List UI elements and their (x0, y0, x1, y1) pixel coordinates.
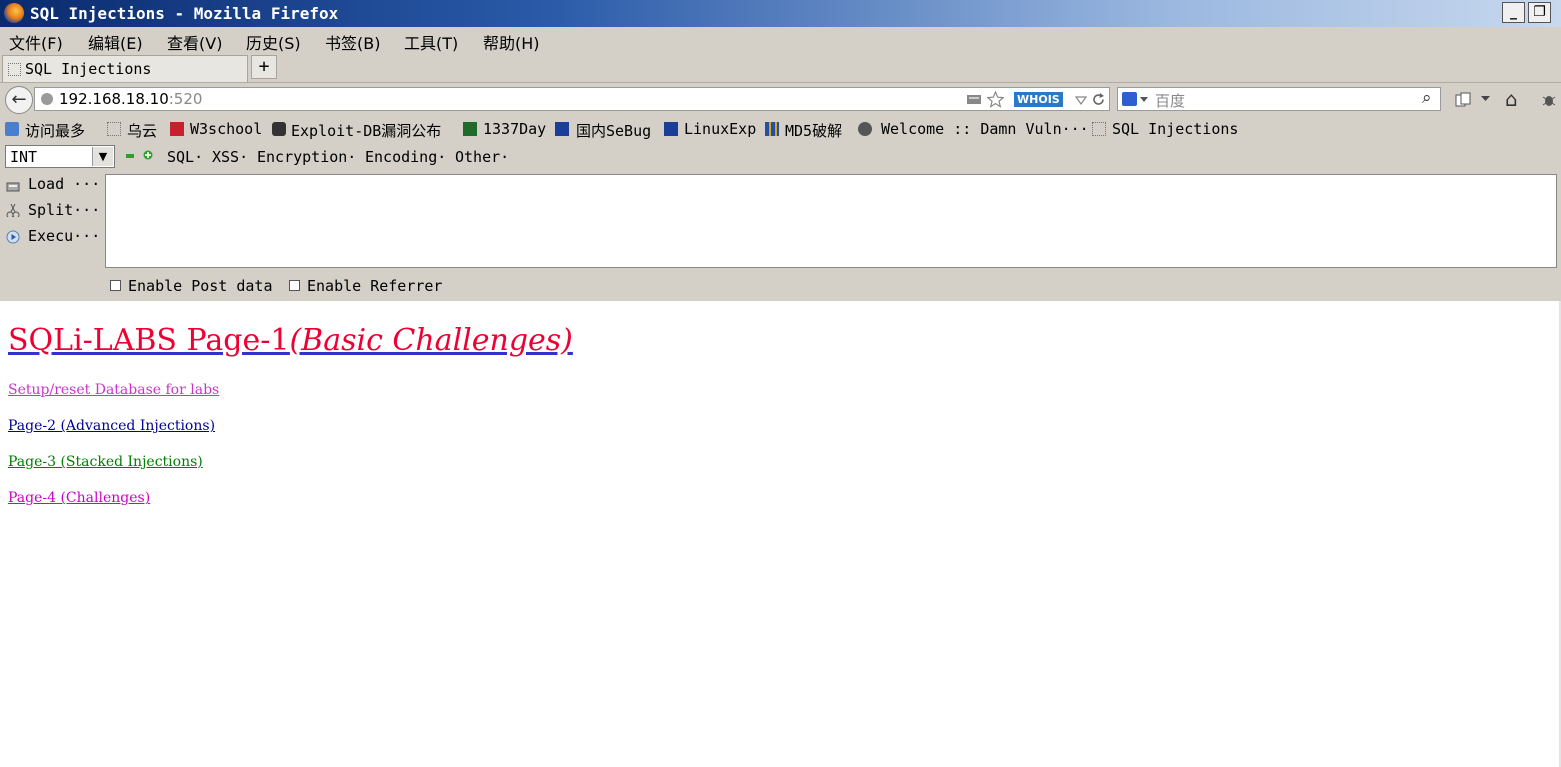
hackbar-type-select[interactable]: INT ▼ (5, 145, 115, 168)
link-setup-reset-database[interactable]: Setup/reset Database for labs (8, 382, 219, 398)
bookmark-exploit-db[interactable]: Exploit-DB漏洞公布 (291, 120, 441, 141)
bookmark-w3school[interactable]: W3school (190, 120, 262, 138)
search-box[interactable]: 百度 ⌕ (1117, 87, 1441, 111)
bookmark-linuxexp[interactable]: LinuxExp (684, 120, 756, 138)
hackbar-menu-xss[interactable]: XSS· (212, 148, 248, 166)
page-title[interactable]: SQLi-LABS Page-1(Basic Challenges) (8, 323, 573, 358)
window-title-bar[interactable]: SQL Injections - Mozilla Firefox _ ❐ (0, 0, 1561, 27)
dvwa-favicon-icon (858, 122, 872, 136)
enable-post-checkbox[interactable] (110, 280, 121, 291)
execute-button[interactable]: Execu··· (28, 227, 100, 245)
enable-post-label[interactable]: Enable Post data (128, 277, 273, 295)
bookmark-1337day[interactable]: 1337Day (483, 120, 546, 138)
linuxexp-favicon-icon (664, 122, 678, 136)
bookmark-most-visited[interactable]: 访问最多 (25, 120, 85, 141)
increase-icon[interactable] (143, 150, 153, 160)
page-style-dropdown-icon[interactable] (1481, 96, 1490, 102)
bookmark-wooyun[interactable]: 乌云 (127, 120, 157, 141)
whois-badge[interactable]: WHOIS (1014, 92, 1063, 107)
url-bar[interactable]: 192.168.18.10:520 WHOIS (34, 87, 1110, 111)
menu-edit[interactable]: 编辑(E) (88, 30, 143, 54)
menu-view[interactable]: 查看(V) (167, 30, 222, 54)
url-port: :520 (168, 90, 203, 108)
hackbar-menu-encoding[interactable]: Encoding· (365, 148, 446, 166)
1337day-favicon-icon (463, 122, 477, 136)
scissors-icon (6, 203, 20, 217)
home-icon[interactable]: ⌂ (1505, 87, 1518, 111)
w3school-favicon-icon (170, 122, 184, 136)
hackbar-menu-sql[interactable]: SQL· (167, 148, 203, 166)
sql-injections-favicon-icon (1092, 122, 1106, 136)
rss-feed-icon[interactable] (966, 93, 982, 106)
firefox-logo-icon (4, 3, 24, 23)
bookmarks-toolbar: 访问最多 乌云 W3school Exploit-DB漏洞公布 1337Day … (0, 117, 1561, 142)
page-content: SQLi-LABS Page-1(Basic Challenges) Setup… (0, 301, 1561, 767)
load-url-icon (6, 182, 20, 192)
enable-referrer-checkbox[interactable] (289, 280, 300, 291)
new-tab-button[interactable]: + (251, 55, 277, 79)
restore-button[interactable]: ❐ (1528, 2, 1551, 23)
split-url-button[interactable]: Split··· (28, 201, 100, 219)
page-favicon-icon (8, 63, 21, 76)
menu-history[interactable]: 历史(S) (246, 30, 301, 54)
bookmark-sql-injections[interactable]: SQL Injections (1112, 120, 1238, 138)
bookmark-dvwa[interactable]: Welcome :: Damn Vuln··· (881, 120, 1089, 138)
url-dropdown-icon[interactable] (1075, 96, 1087, 105)
decrease-icon[interactable] (126, 154, 134, 158)
sebug-favicon-icon (555, 122, 569, 136)
execute-play-icon (6, 230, 20, 244)
link-page-2-advanced[interactable]: Page-2 (Advanced Injections) (8, 418, 215, 434)
tab-sql-injections[interactable]: SQL Injections (2, 55, 248, 82)
menu-bar: 文件(F) 编辑(E) 查看(V) 历史(S) 书签(B) 工具(T) 帮助(H… (0, 27, 1561, 53)
link-page-3-stacked[interactable]: Page-3 (Stacked Injections) (8, 454, 203, 470)
page-title-italic: (Basic Challenges) (289, 323, 573, 358)
page-style-icon[interactable] (1455, 92, 1471, 108)
menu-bookmarks[interactable]: 书签(B) (325, 30, 380, 54)
load-url-button[interactable]: Load ··· (28, 175, 100, 193)
chevron-down-icon[interactable]: ▼ (92, 147, 113, 166)
wooyun-favicon-icon (107, 122, 121, 136)
search-icon[interactable]: ⌕ (1422, 88, 1432, 108)
hackbar-url-textarea[interactable] (105, 174, 1557, 268)
hackbar-menu-encryption[interactable]: Encryption· (257, 148, 356, 166)
menu-tools[interactable]: 工具(T) (404, 30, 458, 54)
bookmark-md5[interactable]: MD5破解 (785, 120, 842, 141)
reload-icon[interactable] (1091, 92, 1106, 107)
menu-file[interactable]: 文件(F) (9, 30, 63, 54)
bookmark-star-icon[interactable] (987, 91, 1004, 108)
tab-strip: SQL Injections + (0, 53, 1561, 83)
hackbar-toolbar: INT ▼ SQL· XSS· Encryption· Encoding· Ot… (0, 142, 1561, 172)
menu-help[interactable]: 帮助(H) (483, 30, 540, 54)
hackbar-menu-other[interactable]: Other· (455, 148, 509, 166)
baidu-engine-icon[interactable] (1122, 92, 1137, 106)
exploit-db-favicon-icon (272, 122, 286, 136)
window-title: SQL Injections - Mozilla Firefox (30, 4, 339, 23)
site-identity-icon[interactable] (41, 93, 53, 105)
back-button[interactable]: ← (5, 86, 33, 114)
most-visited-icon (5, 122, 19, 136)
engine-dropdown-icon[interactable] (1140, 97, 1148, 103)
minimize-button[interactable]: _ (1502, 2, 1525, 23)
url-host: 192.168.18.10 (59, 90, 169, 108)
bug-addon-icon[interactable] (1541, 92, 1557, 108)
enable-referrer-label[interactable]: Enable Referrer (307, 277, 442, 295)
link-page-4-challenges[interactable]: Page-4 (Challenges) (8, 490, 150, 506)
md5-favicon-icon (765, 122, 779, 136)
navigation-bar: ← 192.168.18.10:520 WHOIS 百度 ⌕ ⌂ (0, 83, 1561, 117)
bookmark-sebug[interactable]: 国内SeBug (576, 120, 651, 141)
url-text: 192.168.18.10:520 (59, 90, 202, 108)
page-title-main: SQLi-LABS Page-1 (8, 323, 290, 358)
hackbar-panel: Load ··· Split··· Execu··· Enable Post d… (0, 172, 1561, 302)
search-placeholder: 百度 (1155, 92, 1186, 110)
hackbar-type-value: INT (10, 148, 38, 166)
tab-label: SQL Injections (25, 60, 152, 78)
